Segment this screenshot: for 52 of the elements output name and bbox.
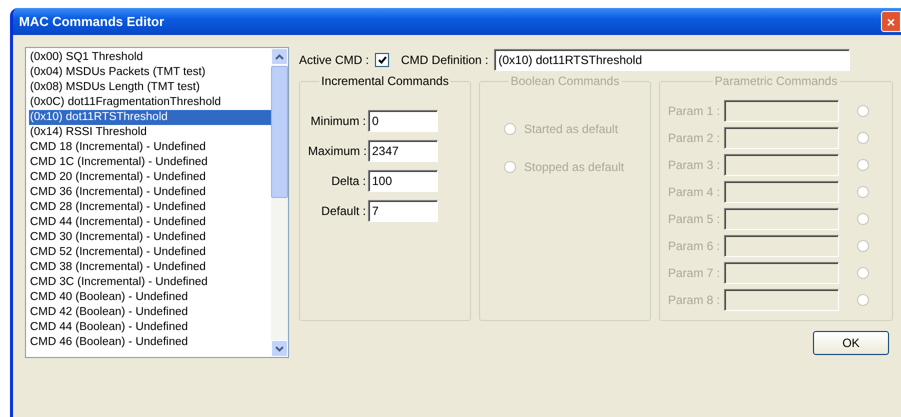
param-label: Param 5 : (668, 212, 720, 226)
list-item[interactable]: (0x14) RSSI Threshold (29, 125, 271, 140)
list-item[interactable]: CMD 3C (Incremental) - Undefined (29, 275, 271, 290)
window-title: MAC Commands Editor (19, 14, 164, 29)
list-item[interactable]: CMD 42 (Boolean) - Undefined (29, 305, 271, 320)
list-item[interactable]: (0x10) dot11RTSThreshold (29, 110, 271, 125)
list-item[interactable]: CMD 20 (Incremental) - Undefined (29, 170, 271, 185)
field-label: Delta : (330, 174, 366, 188)
param-label: Param 1 : (668, 104, 720, 118)
scroll-up-icon[interactable] (271, 48, 288, 65)
field-label: Minimum : (310, 114, 366, 128)
active-checkbox[interactable] (375, 53, 390, 67)
list-item[interactable]: (0x0C) dot11FragmentationThreshold (29, 95, 271, 110)
field-label: Maximum : (308, 144, 366, 158)
active-cmd-label: Active CMD : (299, 53, 370, 67)
value-field[interactable]: 2347 (368, 140, 438, 162)
list-item[interactable]: CMD 30 (Incremental) - Undefined (29, 230, 271, 245)
list-item[interactable]: CMD 46 (Boolean) - Undefined (29, 335, 271, 350)
param-label: Param 8 : (668, 293, 720, 307)
list-item[interactable]: (0x04) MSDUs Packets (TMT test) (29, 65, 271, 80)
option-label: Started as default (524, 122, 618, 136)
list-item[interactable]: CMD 36 (Incremental) - Undefined (29, 185, 271, 200)
list-item[interactable]: (0x00) SQ1 Threshold (29, 50, 271, 65)
option-label: Stopped as default (524, 160, 624, 174)
param-label: Param 7 : (668, 266, 720, 280)
list-item[interactable]: CMD 44 (Incremental) - Undefined (29, 215, 271, 230)
param-label: Param 6 : (668, 239, 720, 253)
param-label: Param 3 : (668, 158, 720, 172)
group-title: Incremental Commands (319, 74, 451, 88)
list-item[interactable]: CMD 18 (Incremental) - Undefined (29, 140, 271, 155)
field-label: Default : (320, 204, 366, 218)
group-title: Parametric Commands (712, 74, 840, 88)
scrollbar[interactable] (271, 48, 288, 357)
list-item[interactable]: CMD 52 (Incremental) - Undefined (29, 245, 271, 260)
list-item[interactable]: CMD 44 (Boolean) - Undefined (29, 320, 271, 335)
close-button[interactable]: × (881, 11, 901, 32)
param-label: Param 4 : (668, 185, 720, 199)
scroll-down-icon[interactable] (271, 340, 288, 357)
group-title: Boolean Commands (508, 74, 622, 88)
list-item[interactable]: CMD 1C (Incremental) - Undefined (29, 155, 271, 170)
value-field[interactable]: 7 (368, 200, 438, 222)
cmd-definition-label: CMD Definition : (401, 53, 488, 67)
value-field[interactable]: 100 (368, 170, 438, 192)
scroll-thumb[interactable] (271, 66, 288, 198)
ok-button[interactable]: OK (813, 331, 889, 355)
list-item[interactable]: (0x08) MSDUs Length (TMT test) (29, 80, 271, 95)
list-item[interactable]: CMD 40 (Boolean) - Undefined (29, 290, 271, 305)
list-item[interactable]: CMD 38 (Incremental) - Undefined (29, 260, 271, 275)
param-label: Param 2 : (668, 131, 720, 145)
list-item[interactable]: CMD 28 (Incremental) - Undefined (29, 200, 271, 215)
value-field[interactable]: 0 (368, 110, 438, 132)
cmd-definition-field[interactable]: (0x10) dot11RTSThreshold (494, 49, 850, 71)
